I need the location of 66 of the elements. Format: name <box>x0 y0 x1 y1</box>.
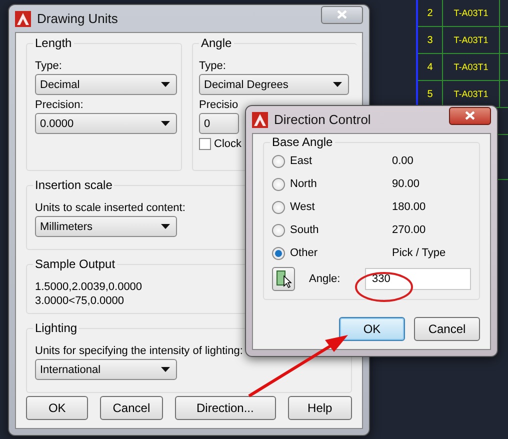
field-label: Precision: <box>35 99 84 111</box>
group-label: Angle <box>199 36 234 50</box>
group-label: Base Angle <box>270 135 335 149</box>
highlight-ellipse <box>355 272 413 302</box>
radio-button[interactable] <box>272 224 285 236</box>
field-label: Units to scale inserted content: <box>35 202 186 214</box>
table-cell: 4 <box>418 54 443 80</box>
group-label: Length <box>33 36 74 50</box>
dialog-button[interactable]: Cancel <box>414 317 480 341</box>
close-button[interactable] <box>449 106 491 124</box>
angle-value: 90.00 <box>392 178 420 190</box>
caret-icon <box>161 367 170 372</box>
angle-value: Pick / Type <box>392 247 446 259</box>
dialog-button[interactable]: Direction... <box>174 396 276 420</box>
field-label: Units for specifying the intensity of lighting: <box>35 345 243 357</box>
caret-icon <box>161 224 170 229</box>
dialog-button[interactable]: OK <box>339 317 405 341</box>
units-dropdown[interactable]: Millimeters <box>35 216 177 237</box>
close-icon <box>465 111 475 120</box>
table-cell: T-A03T1 <box>443 0 500 26</box>
angle-value: 270.00 <box>392 224 426 236</box>
radio-option[interactable]: South <box>272 224 392 236</box>
sample-output-text: 3.0000<75,0.0000 <box>35 295 124 307</box>
table-cell: T-A03T1 <box>443 27 500 53</box>
field-label: Type: <box>35 60 62 72</box>
pick-cursor-icon <box>276 270 292 288</box>
angle-value: 0.00 <box>392 155 414 167</box>
app-logo-icon <box>15 10 31 26</box>
radio-button[interactable] <box>272 200 285 214</box>
radio-button[interactable] <box>272 246 285 260</box>
radio-option[interactable]: West <box>272 200 392 214</box>
angle-value: 180.00 <box>392 201 426 213</box>
radio-option[interactable]: North <box>272 178 392 190</box>
radio-option[interactable]: East <box>272 154 392 168</box>
precision-dropdown[interactable]: 0.0000 <box>35 113 177 134</box>
type-dropdown[interactable]: Decimal <box>35 74 177 95</box>
app-logo-icon <box>252 112 268 128</box>
table-cell: 2 <box>418 0 443 26</box>
radio-button[interactable] <box>272 178 285 190</box>
checkbox-label: Clock <box>214 138 242 150</box>
type-dropdown[interactable]: Decimal Degrees <box>199 74 349 95</box>
precision-dropdown[interactable]: 0 <box>199 113 239 134</box>
table-cell: T-A03T1 <box>443 54 500 80</box>
table-cell: 3 <box>418 27 443 53</box>
radio-button[interactable] <box>272 154 285 168</box>
pick-button[interactable] <box>272 267 295 291</box>
caret-icon <box>161 121 170 126</box>
close-icon <box>337 10 347 19</box>
group-label: Sample Output <box>33 257 118 271</box>
angle-input[interactable]: 330 <box>365 268 471 290</box>
group-label: Insertion scale <box>33 178 114 192</box>
checkbox[interactable] <box>199 138 211 150</box>
caret-icon <box>161 82 170 87</box>
window-title: Drawing Units <box>37 11 119 26</box>
group-label: Lighting <box>33 321 80 335</box>
field-label: Type: <box>199 60 226 72</box>
dialog-button[interactable]: Cancel <box>100 396 163 420</box>
lighting-dropdown[interactable]: International <box>35 359 177 380</box>
field-label: Precisio <box>199 99 238 111</box>
dialog-button[interactable]: Help <box>288 396 352 420</box>
window-title: Direction Control <box>274 112 372 127</box>
sample-output-text: 1.5000,2.0039,0.0000 <box>35 281 142 293</box>
caret-icon <box>333 82 342 87</box>
dialog-button[interactable]: OK <box>26 396 88 420</box>
radio-option[interactable]: Other <box>272 246 392 260</box>
field-label: Angle: <box>309 273 342 285</box>
